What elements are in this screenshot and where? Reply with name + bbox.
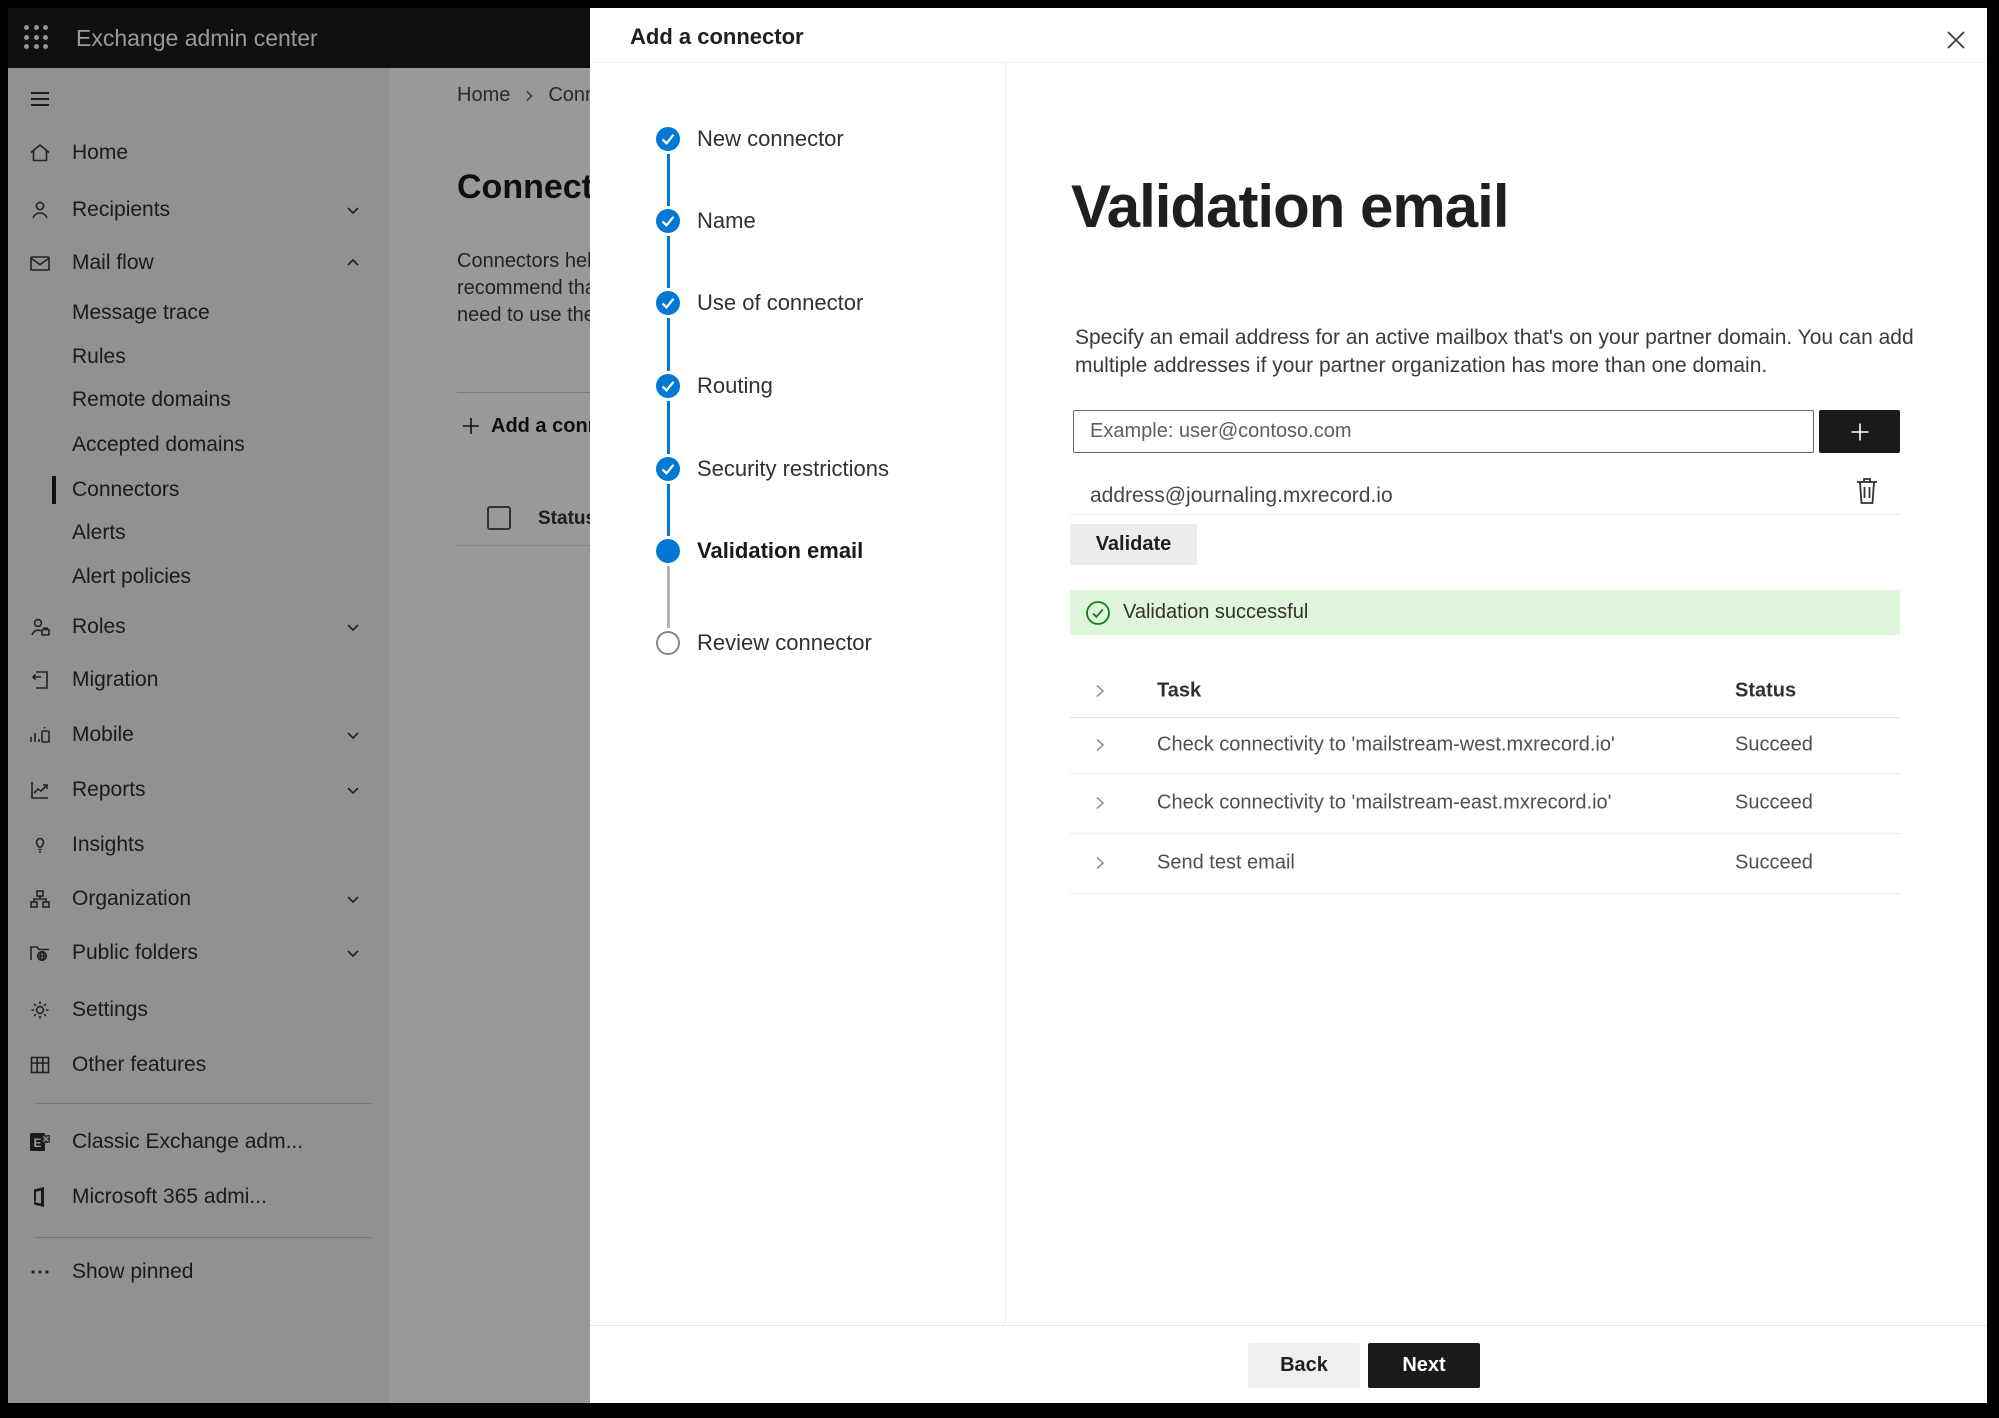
panel-title: Add a connector <box>630 24 804 49</box>
success-check-icon <box>1085 600 1111 626</box>
table-row[interactable]: Check connectivity to 'mailstream-east.m… <box>1070 773 1900 833</box>
chevron-right-icon[interactable] <box>1092 855 1108 871</box>
chevron-right-icon[interactable] <box>1092 737 1108 753</box>
delete-address-icon[interactable] <box>1852 474 1882 508</box>
divider <box>1070 893 1900 894</box>
step-connector-line <box>666 318 670 371</box>
step-complete-icon <box>656 291 680 315</box>
status-cell: Succeed <box>1735 733 1813 756</box>
validation-success-banner: Validation successful <box>1070 590 1900 635</box>
step-upcoming-icon <box>656 631 680 655</box>
steps-divider <box>1005 62 1006 1325</box>
chevron-right-icon[interactable] <box>1092 795 1108 811</box>
step-connector-line <box>666 154 670 206</box>
table-row[interactable]: Send test email Succeed <box>1070 833 1900 893</box>
add-address-button[interactable] <box>1819 410 1900 453</box>
status-cell: Succeed <box>1735 851 1813 874</box>
step-current-icon <box>656 539 680 563</box>
modal-dim-overlay <box>8 8 590 1403</box>
step-heading: Validation email <box>1071 173 1509 240</box>
step-connector-line <box>666 236 670 288</box>
close-icon[interactable] <box>1942 26 1970 54</box>
status-cell: Succeed <box>1735 791 1813 814</box>
step-complete-icon <box>656 127 680 151</box>
chevron-right-icon[interactable] <box>1092 683 1108 699</box>
email-input[interactable] <box>1073 410 1814 453</box>
screen: Exchange admin center Home Recipients Ma… <box>0 0 1999 1418</box>
next-button[interactable]: Next <box>1368 1343 1480 1388</box>
step-complete-icon <box>656 374 680 398</box>
step-complete-icon <box>656 209 680 233</box>
task-cell: Send test email <box>1157 851 1295 874</box>
banner-text: Validation successful <box>1123 601 1309 623</box>
header-divider <box>590 62 1987 63</box>
task-column-header: Task <box>1157 679 1202 701</box>
step-connector-line <box>666 566 670 628</box>
step-connector-line <box>666 401 670 454</box>
footer-divider <box>590 1325 1987 1326</box>
plus-icon <box>1848 420 1872 444</box>
table-header-row: Task Status <box>1070 664 1900 717</box>
status-column-header: Status <box>1735 679 1797 701</box>
divider <box>1070 514 1900 515</box>
add-connector-panel: Add a connector New connector Name Use o… <box>590 8 1987 1403</box>
task-cell: Check connectivity to 'mailstream-east.m… <box>1157 791 1612 814</box>
back-button[interactable]: Back <box>1248 1343 1360 1388</box>
table-row[interactable]: Check connectivity to 'mailstream-west.m… <box>1070 717 1900 773</box>
step-description: Specify an email address for an active m… <box>1075 326 1914 377</box>
step-connector-line <box>666 484 670 536</box>
task-cell: Check connectivity to 'mailstream-west.m… <box>1157 733 1615 756</box>
validate-button[interactable]: Validate <box>1070 524 1197 565</box>
step-complete-icon <box>656 457 680 481</box>
address-list-item: address@journaling.mxrecord.io <box>1090 484 1393 507</box>
